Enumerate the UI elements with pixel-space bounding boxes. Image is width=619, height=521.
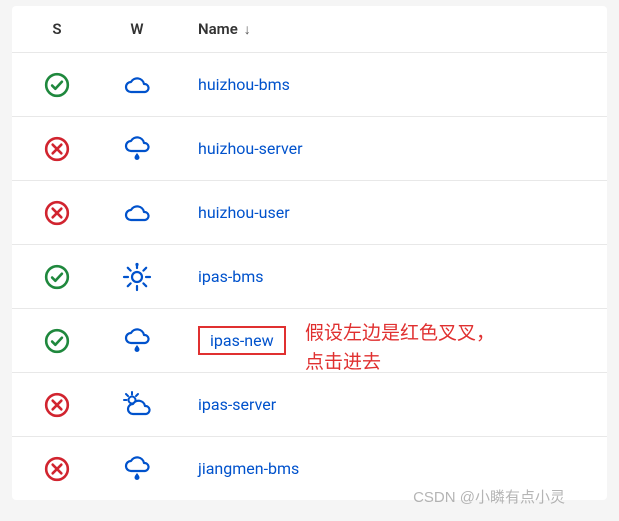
header-name-label: Name — [198, 20, 238, 38]
header-status[interactable]: S — [12, 20, 102, 38]
weather-cloud-icon — [102, 73, 172, 97]
job-link[interactable]: ipas-bms — [198, 267, 264, 286]
name-cell: huizhou-server — [172, 139, 607, 158]
header-name[interactable]: Name ↓ — [172, 20, 607, 38]
weather-rain-icon — [102, 455, 172, 483]
job-link[interactable]: jiangmen-bms — [198, 459, 299, 478]
name-cell: ipas-bms — [172, 267, 607, 286]
weather-rain-icon — [102, 135, 172, 163]
job-link[interactable]: ipas-server — [198, 395, 276, 414]
name-cell: jiangmen-bms — [172, 459, 607, 478]
annotation-text: 假设左边是红色叉叉， 点击进去 — [305, 320, 495, 377]
name-cell: ipas-server — [172, 395, 607, 414]
table-header: S W Name ↓ — [12, 6, 607, 52]
weather-rain-icon — [102, 327, 172, 355]
table-row: ipas-server — [12, 372, 607, 436]
weather-sun-icon — [102, 262, 172, 292]
job-link[interactable]: ipas-new — [198, 326, 286, 355]
job-link[interactable]: huizhou-server — [198, 139, 303, 158]
status-error-icon — [12, 200, 102, 226]
status-success-icon — [12, 72, 102, 98]
build-table: S W Name ↓ huizhou-bms huizhou-server hu… — [12, 6, 607, 500]
sort-down-icon: ↓ — [244, 21, 251, 38]
name-cell: huizhou-user — [172, 203, 607, 222]
status-error-icon — [12, 456, 102, 482]
status-error-icon — [12, 392, 102, 418]
table-row: huizhou-server — [12, 116, 607, 180]
watermark: CSDN @小瞵有点小灵 — [413, 486, 565, 507]
table-row: ipas-bms — [12, 244, 607, 308]
name-cell: huizhou-bms — [172, 75, 607, 94]
weather-partly-icon — [102, 391, 172, 419]
weather-cloud-icon — [102, 201, 172, 225]
job-link[interactable]: huizhou-bms — [198, 75, 290, 94]
table-row: huizhou-bms — [12, 52, 607, 116]
status-success-icon — [12, 328, 102, 354]
table-row: huizhou-user — [12, 180, 607, 244]
annotation-line2: 点击进去 — [305, 349, 495, 378]
header-weather[interactable]: W — [102, 20, 172, 38]
status-success-icon — [12, 264, 102, 290]
annotation-line1: 假设左边是红色叉叉， — [305, 320, 495, 349]
job-link[interactable]: huizhou-user — [198, 203, 290, 222]
status-error-icon — [12, 136, 102, 162]
